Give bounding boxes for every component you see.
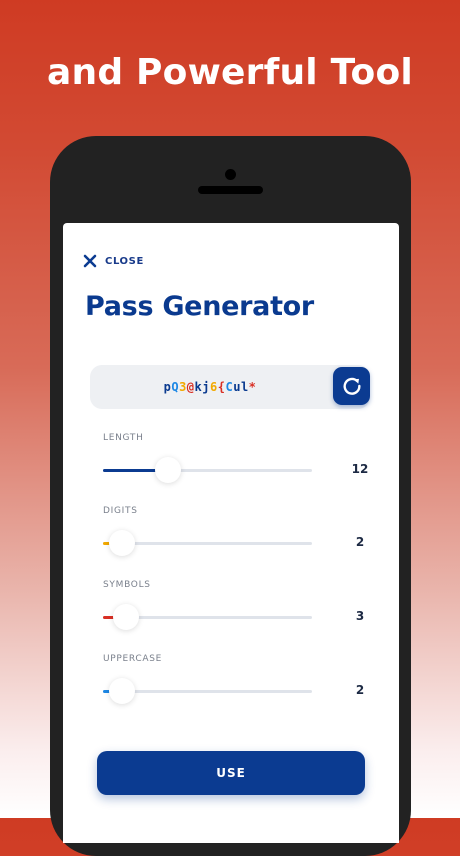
password-display: pQ3@kj6{Cul* <box>90 365 370 409</box>
phone-speaker <box>198 186 263 194</box>
symbols-slider-track[interactable] <box>103 604 312 630</box>
regenerate-button[interactable] <box>333 367 370 405</box>
headline: and Powerful Tool <box>47 52 413 93</box>
phone-camera <box>225 169 236 180</box>
digits-slider-track[interactable] <box>103 530 312 556</box>
generated-password: pQ3@kj6{Cul* <box>90 365 330 409</box>
close-label: CLOSE <box>105 255 144 267</box>
password-char: Q <box>171 380 180 394</box>
use-button[interactable]: USE <box>97 751 365 795</box>
password-char: 3 <box>179 380 187 394</box>
length-slider-track[interactable] <box>103 457 312 483</box>
password-char: l <box>240 380 249 394</box>
close-icon <box>83 254 97 268</box>
slider-label-uppercase: UPPERCASE <box>103 654 163 664</box>
uppercase-slider-track[interactable] <box>103 678 312 704</box>
uppercase-slider-thumb[interactable] <box>108 678 135 704</box>
refresh-icon <box>343 377 361 395</box>
password-char: u <box>233 380 241 394</box>
page-title: Pass Generator <box>85 291 314 322</box>
slider-label-digits: DIGITS <box>103 506 138 516</box>
length-slider-thumb[interactable] <box>154 457 181 483</box>
password-char: j <box>202 380 210 394</box>
password-char: 6 <box>210 380 218 394</box>
uppercase-value: 2 <box>355 683 365 697</box>
length-value: 12 <box>351 462 369 476</box>
slider-label-symbols: SYMBOLS <box>103 580 151 590</box>
close-button[interactable]: CLOSE <box>83 254 144 268</box>
password-char: * <box>248 380 257 394</box>
symbols-slider-thumb[interactable] <box>112 604 139 630</box>
symbols-value: 3 <box>355 609 365 623</box>
password-char: @ <box>186 380 195 394</box>
digits-value: 2 <box>355 535 365 549</box>
app-screen: CLOSE Pass Generator pQ3@kj6{Cul* LENGTH… <box>63 223 399 843</box>
slider-label-length: LENGTH <box>103 433 144 443</box>
digits-slider-thumb[interactable] <box>108 530 135 556</box>
